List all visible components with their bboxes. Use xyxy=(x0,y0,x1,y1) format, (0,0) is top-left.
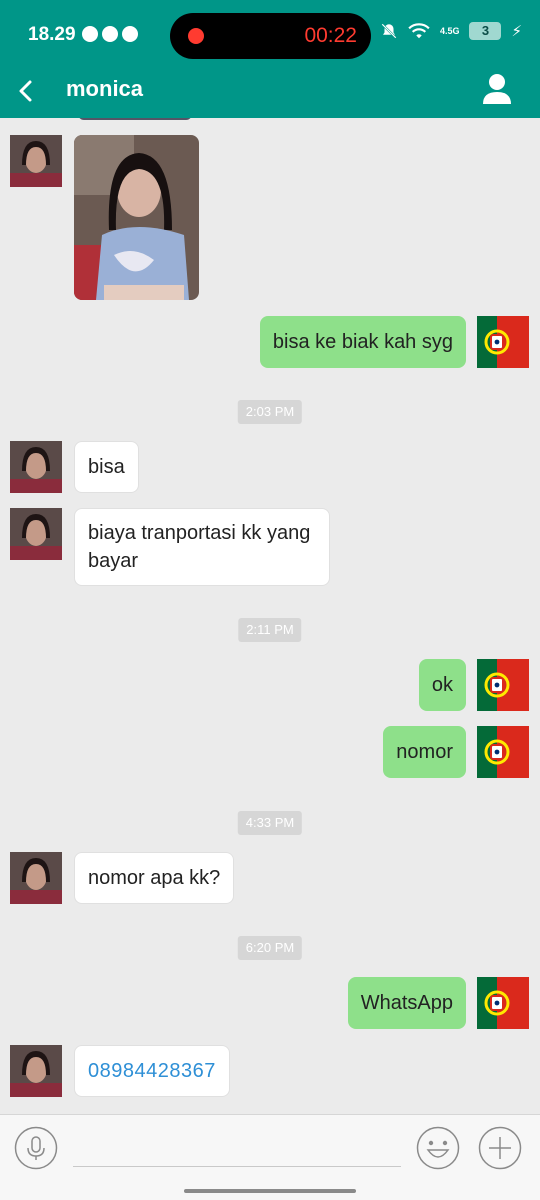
message-input[interactable] xyxy=(73,1127,401,1167)
charging-icon: ⚡ xyxy=(511,23,522,40)
incoming-message[interactable]: nomor apa kk? xyxy=(74,852,235,904)
contact-avatar[interactable] xyxy=(10,441,62,493)
emoji-icon[interactable] xyxy=(416,1126,460,1170)
portugal-flag-icon xyxy=(477,977,529,1029)
message-list[interactable]: bisa ke biak kah syg 2:03 PM bisa biaya … xyxy=(0,118,540,1114)
my-avatar[interactable] xyxy=(477,726,529,778)
portugal-flag-icon xyxy=(477,316,529,368)
message-input-bar xyxy=(0,1114,540,1200)
screen-recording-indicator[interactable]: 00:22 xyxy=(170,13,371,59)
my-avatar[interactable] xyxy=(477,659,529,711)
system-icons: 4.5G 3 ⚡ xyxy=(380,22,522,40)
wifi-icon xyxy=(408,23,430,39)
chat-icon xyxy=(122,26,138,42)
my-avatar[interactable] xyxy=(477,316,529,368)
outgoing-message[interactable]: ok xyxy=(418,659,466,711)
photo-message[interactable] xyxy=(74,135,199,300)
portugal-flag-icon xyxy=(477,659,529,711)
status-time: 18.29 xyxy=(28,24,76,45)
my-avatar[interactable] xyxy=(477,977,529,1029)
record-dot-icon xyxy=(188,28,204,44)
timestamp: 4:33 PM xyxy=(237,811,303,835)
outgoing-message[interactable]: nomor xyxy=(383,726,466,778)
timestamp: 2:11 PM xyxy=(238,618,302,642)
timestamp: 6:20 PM xyxy=(237,936,303,960)
status-bar: 18.29 00:22 4.5G 3 ⚡ xyxy=(0,0,540,66)
chat-header: monica xyxy=(0,66,540,118)
home-indicator[interactable] xyxy=(184,1189,356,1193)
incoming-message[interactable]: biaya tranportasi kk yang bayar xyxy=(74,508,330,586)
phone-number-link[interactable]: 08984428367 xyxy=(74,1045,230,1097)
outgoing-message[interactable]: WhatsApp xyxy=(347,977,466,1029)
notification-icon xyxy=(82,26,98,42)
previous-photo-edge xyxy=(78,118,192,120)
timestamp: 2:03 PM xyxy=(237,400,303,424)
chat-title: monica xyxy=(66,76,144,101)
contact-avatar[interactable] xyxy=(10,135,62,187)
incoming-message[interactable]: bisa xyxy=(74,441,139,493)
outgoing-message[interactable]: bisa ke biak kah syg xyxy=(259,316,466,368)
contact-avatar[interactable] xyxy=(10,508,62,560)
plus-icon[interactable] xyxy=(478,1126,522,1170)
microphone-icon[interactable] xyxy=(14,1126,58,1170)
back-button[interactable] xyxy=(12,76,42,106)
contact-avatar[interactable] xyxy=(10,1045,62,1097)
battery-icon: 3 xyxy=(469,22,502,40)
network-type: 4.5G xyxy=(439,25,460,36)
portugal-flag-icon xyxy=(477,726,529,778)
facebook-icon xyxy=(102,26,118,42)
profile-button[interactable] xyxy=(482,72,512,106)
contact-avatar[interactable] xyxy=(10,852,62,904)
notification-icons xyxy=(82,26,138,42)
bell-off-icon xyxy=(381,23,397,39)
recording-timer: 00:22 xyxy=(304,24,357,47)
